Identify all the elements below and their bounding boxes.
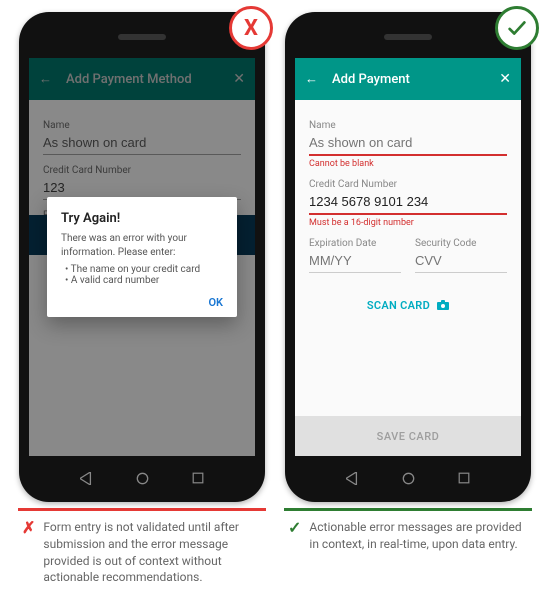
phone-mockup-good: ← Add Payment ✕ Name Cannot be blank Cre… [285,12,531,502]
check-mark-icon: ✓ [288,517,301,553]
nav-back-icon[interactable] [346,472,359,485]
cc-label: Credit Card Number [309,179,507,190]
cc-error: Must be a 16-digit number [309,218,507,228]
cvv-input[interactable] [415,249,507,273]
error-dialog: Try Again! There was an error with your … [47,197,237,317]
close-icon[interactable]: ✕ [499,71,511,87]
android-navbar [19,468,265,488]
topbar-title: Add Payment [332,72,499,87]
nav-home-icon[interactable] [402,472,415,485]
cvv-label: Security Code [415,238,507,249]
x-mark-icon: ✗ [22,517,35,586]
caption-good: ✓ Actionable error messages are provided… [284,519,532,553]
dialog-ok-button[interactable]: OK [61,296,223,309]
badge-correct [495,6,539,50]
dialog-bullet: The name on your credit card [65,264,223,275]
dialog-title: Try Again! [61,211,223,226]
name-label: Name [309,120,507,131]
name-input[interactable] [309,131,507,156]
nav-recent-icon[interactable] [192,472,204,484]
nav-back-icon[interactable] [80,472,93,485]
name-error: Cannot be blank [309,159,507,169]
phone-mockup-bad: X ← Add Payment Method ✕ Name Credit C [19,12,265,502]
android-navbar [285,468,531,488]
underline-good [284,508,532,511]
dialog-body: There was an error with your information… [61,232,223,260]
camera-icon [437,300,449,313]
badge-incorrect: X [229,6,273,50]
nav-recent-icon[interactable] [458,472,470,484]
scan-card-button[interactable]: SCAN CARD [309,299,507,313]
caption-bad: ✗ Form entry is not validated until afte… [18,519,266,586]
phone-speaker [384,34,432,40]
cc-input[interactable] [309,190,507,215]
check-icon [506,17,528,39]
underline-bad [18,508,266,511]
dialog-bullet: A valid card number [65,275,223,286]
save-button-disabled: SAVE CARD [295,416,521,456]
app-topbar: ← Add Payment ✕ [295,58,521,100]
phone-speaker [118,34,166,40]
nav-home-icon[interactable] [136,472,149,485]
modal-overlay: Try Again! There was an error with your … [29,58,255,456]
exp-input[interactable] [309,249,401,273]
exp-label: Expiration Date [309,238,401,249]
back-arrow-icon[interactable]: ← [305,71,318,87]
x-icon: X [244,16,258,41]
